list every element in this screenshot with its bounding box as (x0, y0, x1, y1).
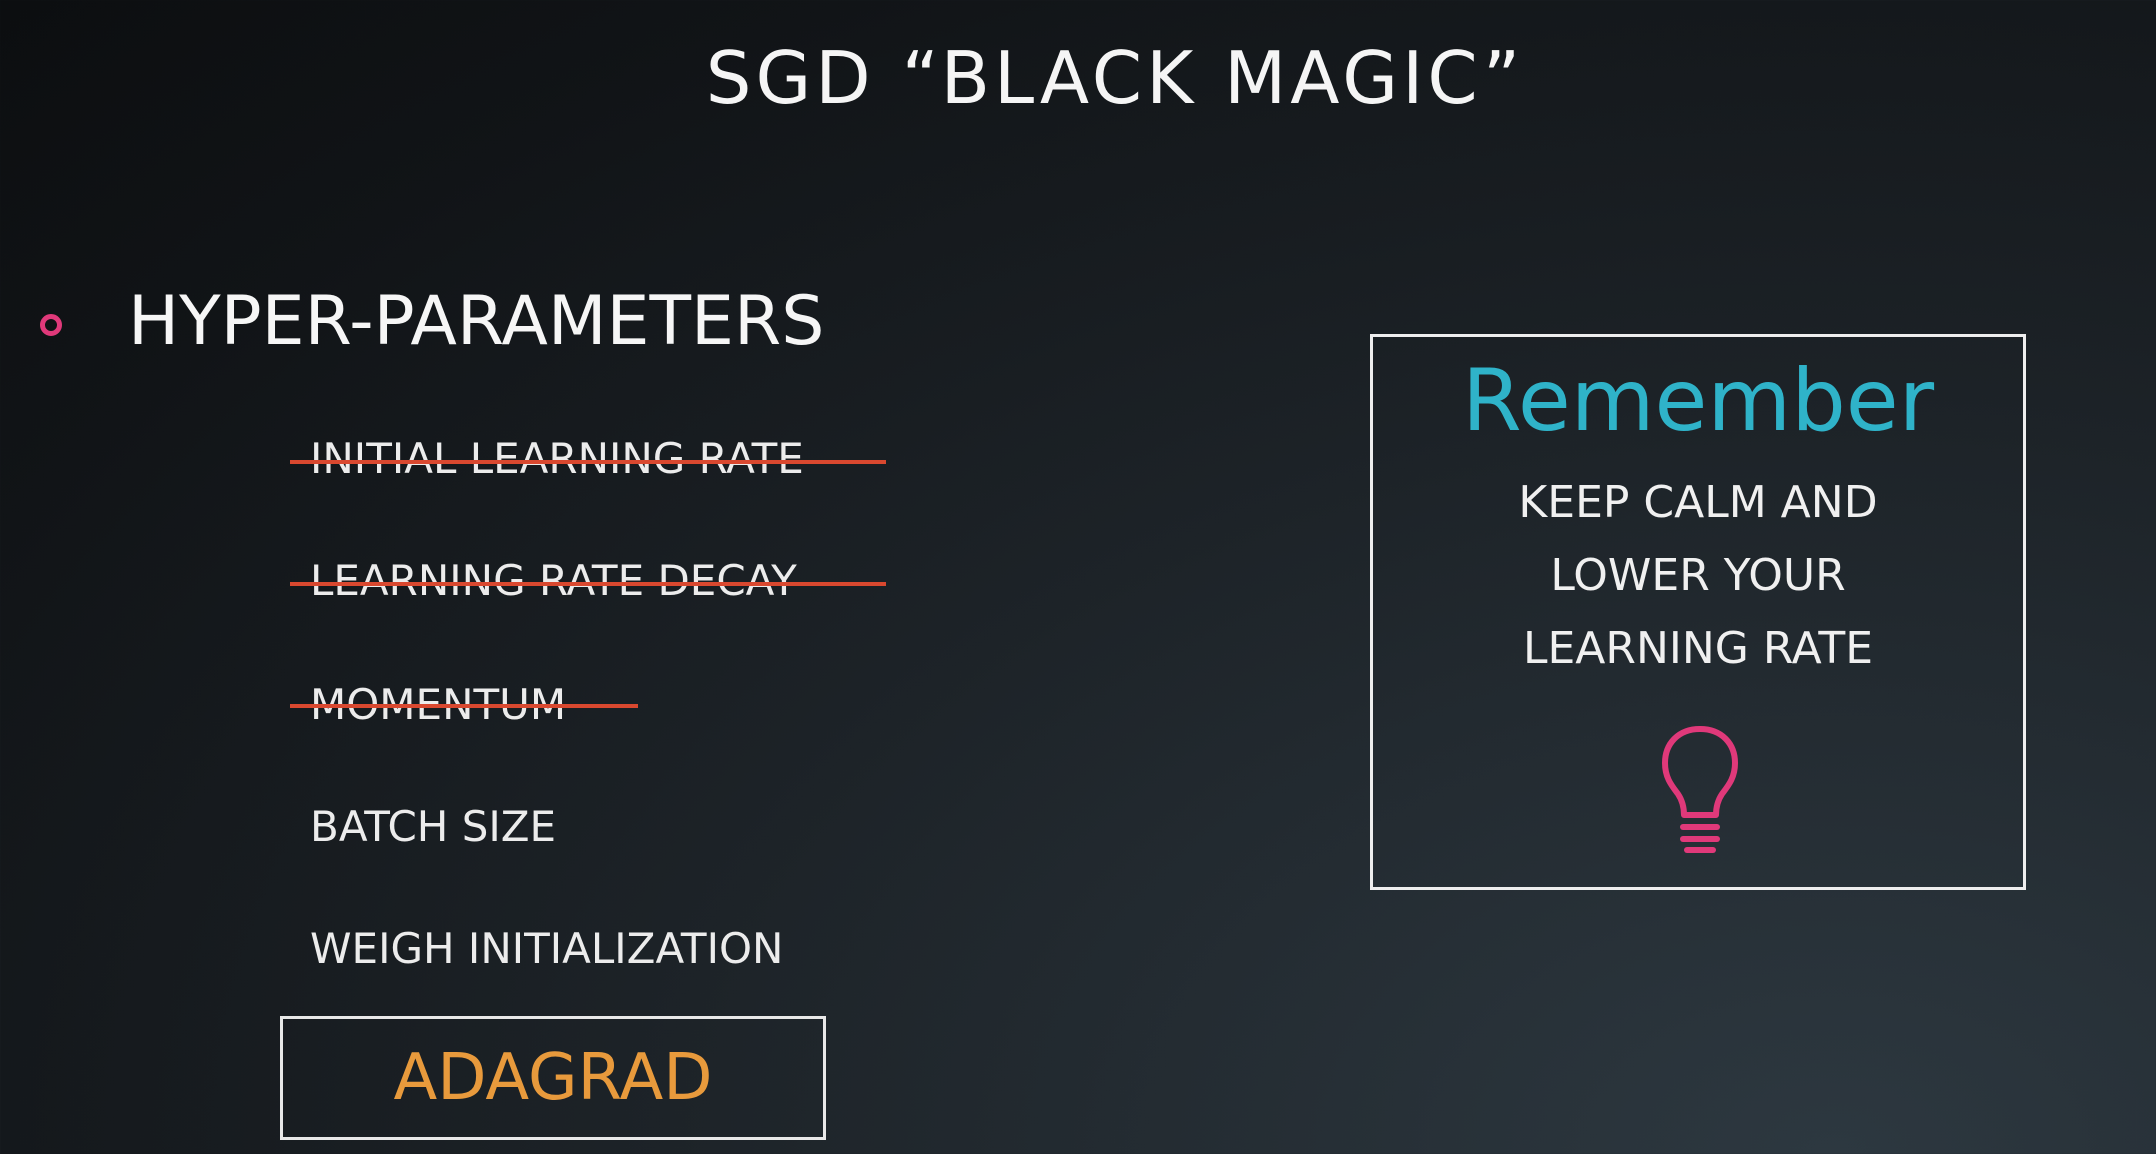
remember-line-3: LEARNING RATE (1522, 623, 1874, 674)
adagrad-label: ADAGRAD (393, 1041, 713, 1115)
strikethrough-learning-rate-decay (290, 582, 886, 586)
remember-title: Remember (1461, 351, 1935, 451)
list-item-learning-rate-decay: LEARNING RATE DECAY (310, 556, 797, 605)
remember-line-2: LOWER YOUR (1550, 550, 1846, 601)
adagrad-box: ADAGRAD (280, 1016, 826, 1140)
list-item-batch-size: BATCH SIZE (310, 802, 557, 851)
hyperparameters-heading: HYPER-PARAMETERS (128, 282, 825, 361)
list-item-initial-learning-rate: INITIAL LEARNING RATE (310, 434, 804, 483)
strikethrough-momentum (290, 704, 638, 708)
lightbulb-icon (1662, 726, 1738, 853)
remember-box: Remember KEEP CALM AND LOWER YOUR LEARNI… (1370, 334, 2026, 890)
list-item-weigh-initialization: WEIGH INITIALIZATION (310, 924, 784, 973)
strikethrough-initial-learning-rate (290, 460, 886, 464)
remember-line-1: KEEP CALM AND (1518, 477, 1878, 528)
bullet-circle-icon (40, 314, 62, 336)
slide-title: SGD “BLACK MAGIC” (705, 36, 1525, 120)
